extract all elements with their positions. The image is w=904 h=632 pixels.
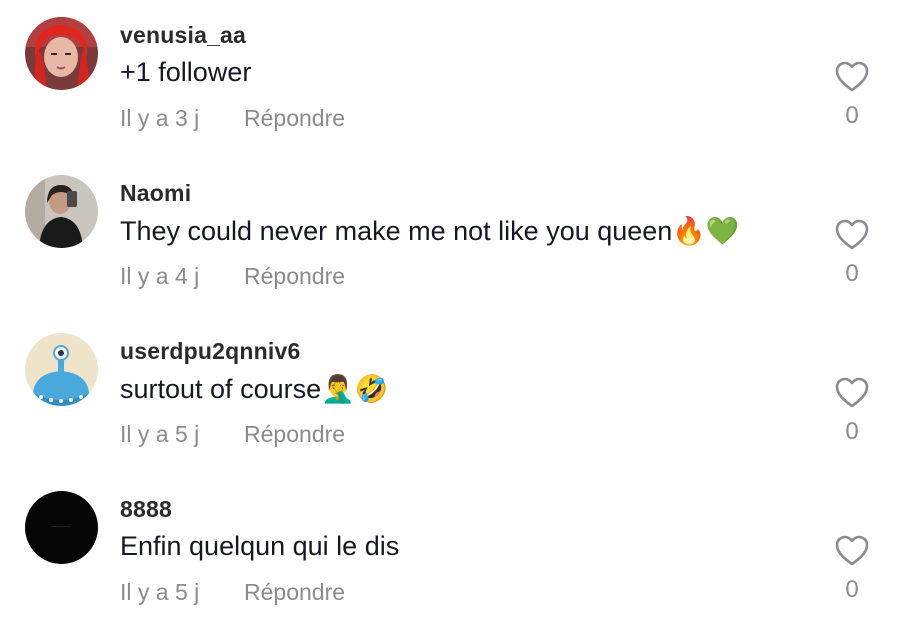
like-count: 0 [845,418,859,445]
like-button[interactable] [834,376,870,410]
comment-username[interactable]: 8888 [120,496,172,523]
heart-icon [835,535,869,566]
like-count: 0 [845,576,859,603]
comment-meta: Il y a 5 j Répondre [120,579,345,606]
comment-text: +1 follower [120,57,252,87]
heart-icon [835,377,869,408]
heart-icon [835,61,869,92]
mirror-selfie-avatar-icon [25,175,98,248]
like-count: 0 [845,260,859,287]
red-haired-person-avatar-icon [25,17,98,90]
like-count: 0 [845,102,859,129]
blue-alien-avatar-icon [25,333,98,406]
reply-button[interactable]: Répondre [244,263,345,290]
comment-timestamp: Il y a 5 j [120,421,200,447]
reply-button[interactable]: Répondre [244,579,345,606]
comment-username[interactable]: venusia_aa [120,22,246,49]
comment-item: 8888 Enfin quelqun qui le dis Il y a 5 j… [0,474,904,632]
reply-button[interactable]: Répondre [244,105,345,132]
avatar[interactable] [25,333,98,406]
comment-item: venusia_aa +1 follower Il y a 3 j Répondr… [0,0,904,158]
comment-username[interactable]: Naomi [120,180,191,207]
comment-text: They could never make me not like you qu… [120,216,740,246]
comment-item: Naomi They could never make me not like … [0,158,904,316]
comment-timestamp: Il y a 3 j [120,105,200,131]
comment-text: surtout of course🤦‍♂️🤣 [120,374,389,404]
heart-icon [835,219,869,250]
like-button[interactable] [834,60,870,94]
like-button[interactable] [834,218,870,252]
avatar[interactable] [25,175,98,248]
avatar[interactable] [25,491,98,564]
comment-timestamp: Il y a 5 j [120,579,200,605]
comment-meta: Il y a 5 j Répondre [120,421,345,448]
comment-meta: Il y a 4 j Répondre [120,263,345,290]
reply-button[interactable]: Répondre [244,421,345,448]
comment-timestamp: Il y a 4 j [120,263,200,289]
comment-item: userdpu2qnniv6 surtout of course🤦‍♂️🤣 Il… [0,316,904,474]
comment-meta: Il y a 3 j Répondre [120,105,345,132]
avatar[interactable] [25,17,98,90]
comment-text: Enfin quelqun qui le dis [120,531,400,561]
comment-username[interactable]: userdpu2qnniv6 [120,338,300,365]
black-avatar-icon [25,491,98,564]
like-button[interactable] [834,534,870,568]
